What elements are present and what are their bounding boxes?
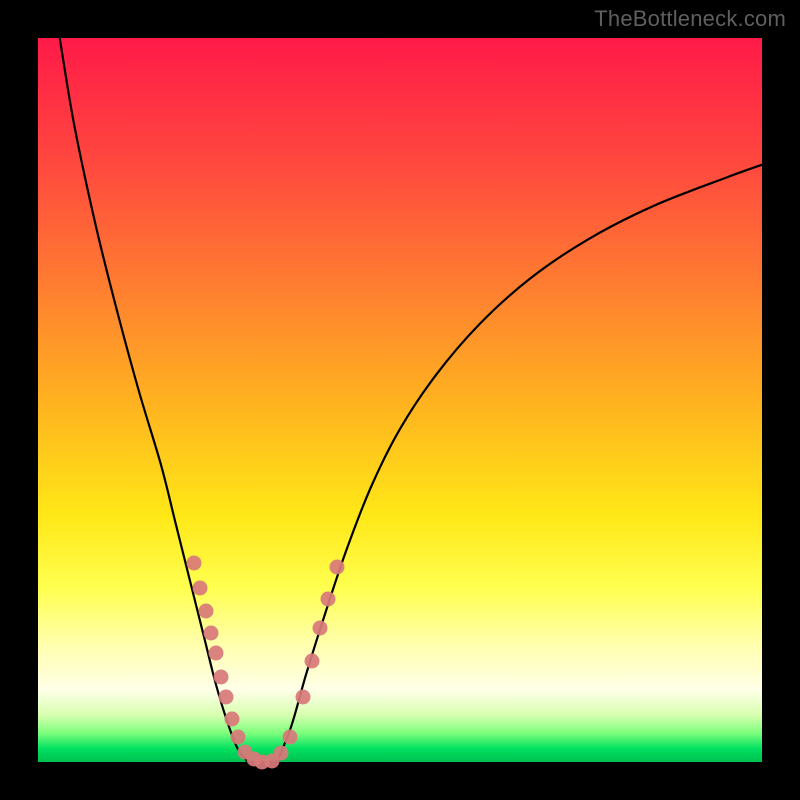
data-point — [214, 669, 229, 684]
data-point — [198, 604, 213, 619]
data-point — [274, 746, 289, 761]
chart-frame: TheBottleneck.com — [0, 0, 800, 800]
bottleneck-curve — [38, 38, 762, 762]
data-point — [209, 646, 224, 661]
data-point — [186, 555, 201, 570]
curve-right-branch — [277, 165, 762, 762]
data-point — [295, 689, 310, 704]
watermark-text: TheBottleneck.com — [594, 6, 786, 32]
data-point — [225, 711, 240, 726]
data-point — [282, 729, 297, 744]
data-point — [219, 689, 234, 704]
data-point — [193, 581, 208, 596]
chart-plot-area — [38, 38, 762, 762]
data-point — [304, 653, 319, 668]
data-point — [230, 730, 245, 745]
data-point — [204, 626, 219, 641]
data-point — [320, 592, 335, 607]
data-point — [330, 559, 345, 574]
data-point — [313, 621, 328, 636]
